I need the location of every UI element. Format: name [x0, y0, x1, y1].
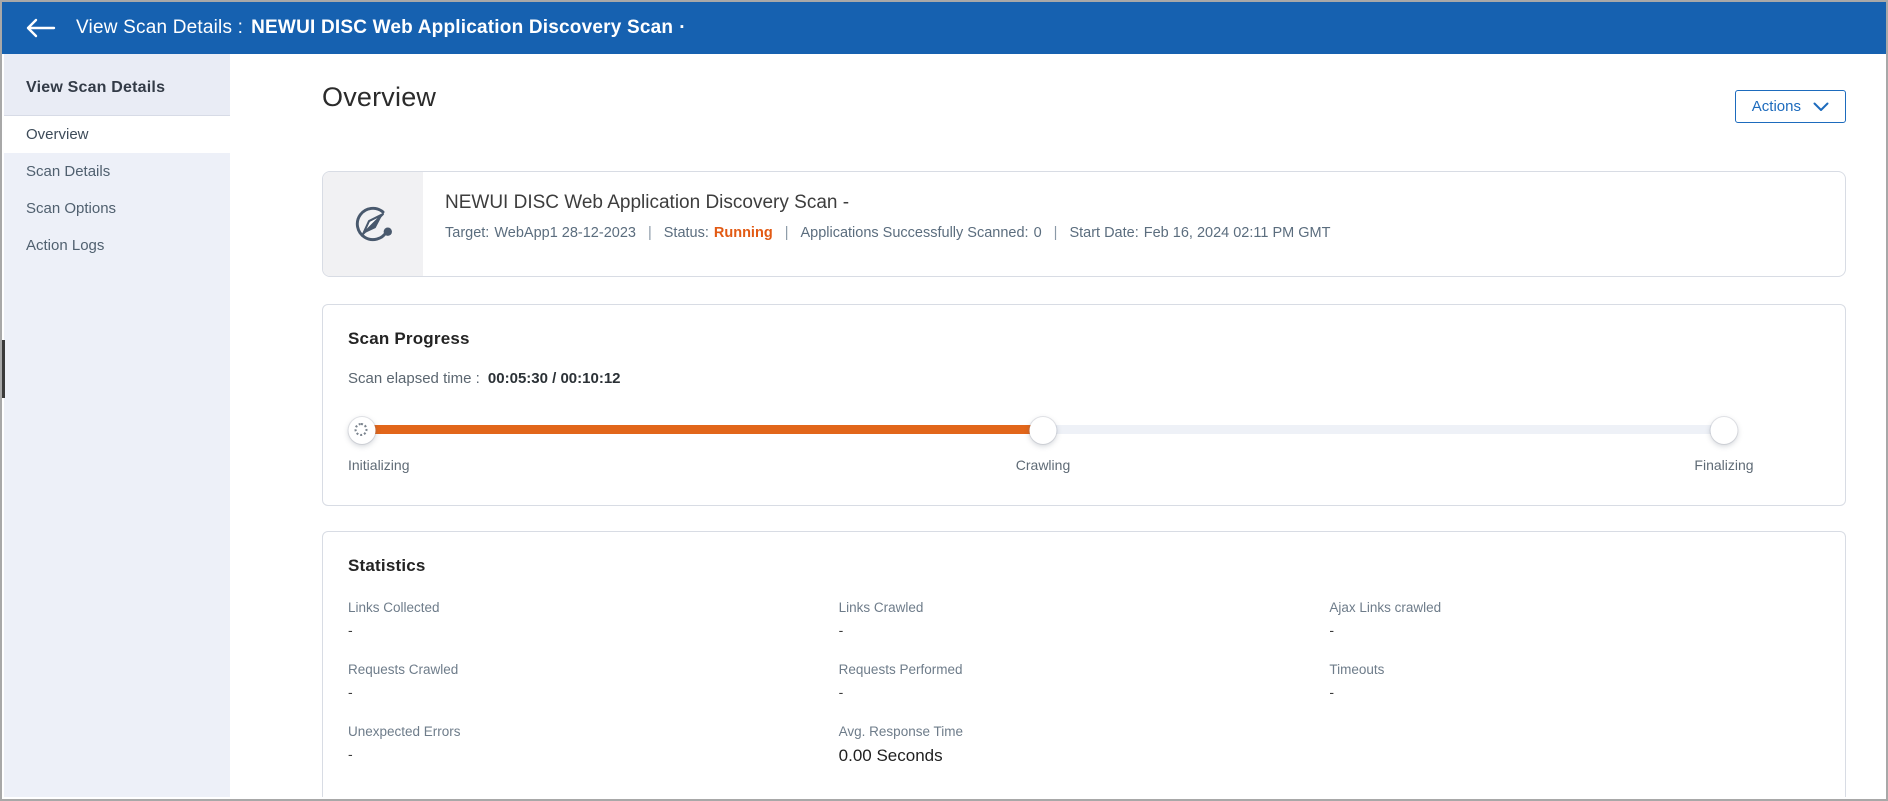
scan-meta-row: Target: WebApp1 28-12-2023 | Status: Run…: [445, 225, 1330, 241]
spinner-icon: [354, 423, 368, 436]
elapsed-time-value: 00:05:30 / 00:10:12: [487, 370, 621, 387]
left-edge-panel-handle[interactable]: [2, 340, 5, 398]
scan-name-title: NEWUI DISC Web Application Discovery Sca…: [445, 192, 850, 213]
stat-label: Unexpected Errors: [348, 724, 461, 739]
sidebar-item-scan-details[interactable]: Scan Details: [4, 153, 230, 190]
scan-progress-card: Scan Progress Scan elapsed time : 00:05:…: [322, 304, 1846, 506]
stat-requests-crawled: Requests Crawled -: [348, 662, 839, 700]
stat-label: Avg. Response Time: [838, 724, 963, 739]
apps-scanned-label: Applications Successfully Scanned:: [800, 225, 1029, 241]
compass-gauge-icon: [355, 206, 392, 242]
statistics-card: Statistics Links Collected - Links Crawl…: [322, 531, 1846, 797]
progress-bar: [348, 417, 1738, 444]
progress-fill: [362, 425, 1043, 434]
sidebar-item-action-logs[interactable]: Action Logs: [4, 227, 230, 264]
stat-label: Ajax Links crawled: [1329, 600, 1442, 615]
separator: |: [647, 225, 652, 241]
stat-requests-performed: Requests Performed -: [839, 662, 1330, 700]
stat-label: Links Collected: [348, 600, 440, 615]
start-date-value: Feb 16, 2024 02:11 PM GMT: [1143, 225, 1331, 241]
stat-links-crawled: Links Crawled -: [839, 600, 1330, 638]
chevron-down-icon: [1813, 102, 1829, 111]
elapsed-time-row: Scan elapsed time : 00:05:30 / 00:10:12: [348, 370, 1820, 387]
statistics-grid: Links Collected - Links Crawled - Ajax L…: [348, 600, 1820, 766]
stat-ajax-links-crawled: Ajax Links crawled -: [1329, 600, 1820, 638]
top-header-bar: View Scan Details : NEWUI DISC Web Applic…: [2, 2, 1886, 54]
stat-value: -: [838, 684, 844, 700]
sidebar-item-overview[interactable]: Overview: [4, 116, 230, 153]
sidebar-title: View Scan Details: [26, 79, 166, 96]
sidebar: View Scan Details Overview Scan Details …: [4, 54, 230, 797]
window-title-scan-name: NEWUI DISC Web Application Discovery Sca…: [251, 17, 674, 38]
statistics-heading: Statistics: [348, 556, 426, 575]
separator: |: [1053, 225, 1058, 241]
milestone-crawling-circle: [1029, 417, 1057, 444]
page-title: Overview: [322, 82, 437, 112]
window-title: View Scan Details : NEWUI DISC Web Applic…: [76, 17, 686, 39]
scan-progress-heading: Scan Progress: [348, 329, 470, 348]
main-content: Overview Actions NEWUI DISC Web Applicat…: [230, 54, 1884, 797]
stat-value: -: [1329, 622, 1334, 638]
stat-unexpected-errors: Unexpected Errors -: [348, 724, 839, 766]
summary-icon-panel: [323, 172, 423, 276]
milestone-initializing-circle: [348, 417, 376, 444]
milestone-label-finalizing: Finalizing: [1694, 457, 1754, 473]
stat-value: -: [1329, 684, 1334, 700]
app-window: View Scan Details : NEWUI DISC Web Applic…: [0, 0, 1888, 801]
stat-links-collected: Links Collected -: [348, 600, 839, 638]
stat-value: -: [348, 622, 353, 638]
stat-label: Requests Crawled: [348, 662, 459, 677]
window-title-suffix: ·: [679, 17, 686, 38]
apps-scanned-value: 0: [1033, 225, 1042, 241]
stat-label: Requests Performed: [838, 662, 963, 677]
stat-label: Timeouts: [1329, 662, 1385, 677]
sidebar-header: View Scan Details: [4, 54, 230, 116]
start-date-label: Start Date:: [1069, 225, 1139, 241]
actions-button-label: Actions: [1751, 98, 1801, 115]
stat-label: Links Crawled: [838, 600, 924, 615]
milestone-label-crawling: Crawling: [1015, 457, 1071, 473]
stat-value: -: [348, 746, 353, 762]
milestone-label-initializing: Initializing: [348, 457, 410, 473]
stat-avg-response-time: Avg. Response Time 0.00 Seconds: [839, 724, 1330, 766]
milestone-finalizing-circle: [1710, 417, 1738, 444]
target-label: Target:: [445, 225, 490, 241]
progress-labels: Initializing Crawling Finalizing: [348, 457, 1754, 475]
stat-timeouts: Timeouts -: [1329, 662, 1820, 700]
actions-button[interactable]: Actions: [1734, 90, 1846, 123]
back-arrow-icon[interactable]: [24, 17, 56, 39]
status-badge: Running: [713, 225, 773, 241]
target-value: WebApp1 28-12-2023: [494, 225, 636, 241]
stat-value: -: [838, 622, 844, 638]
status-label: Status:: [663, 225, 709, 241]
elapsed-time-label: Scan elapsed time :: [348, 370, 480, 387]
stat-value: -: [348, 684, 353, 700]
window-title-prefix: View Scan Details :: [76, 17, 244, 38]
sidebar-item-scan-options[interactable]: Scan Options: [4, 190, 230, 227]
separator: |: [784, 225, 789, 241]
stat-value: 0.00 Seconds: [838, 746, 943, 765]
scan-summary-card: NEWUI DISC Web Application Discovery Sca…: [322, 171, 1846, 277]
